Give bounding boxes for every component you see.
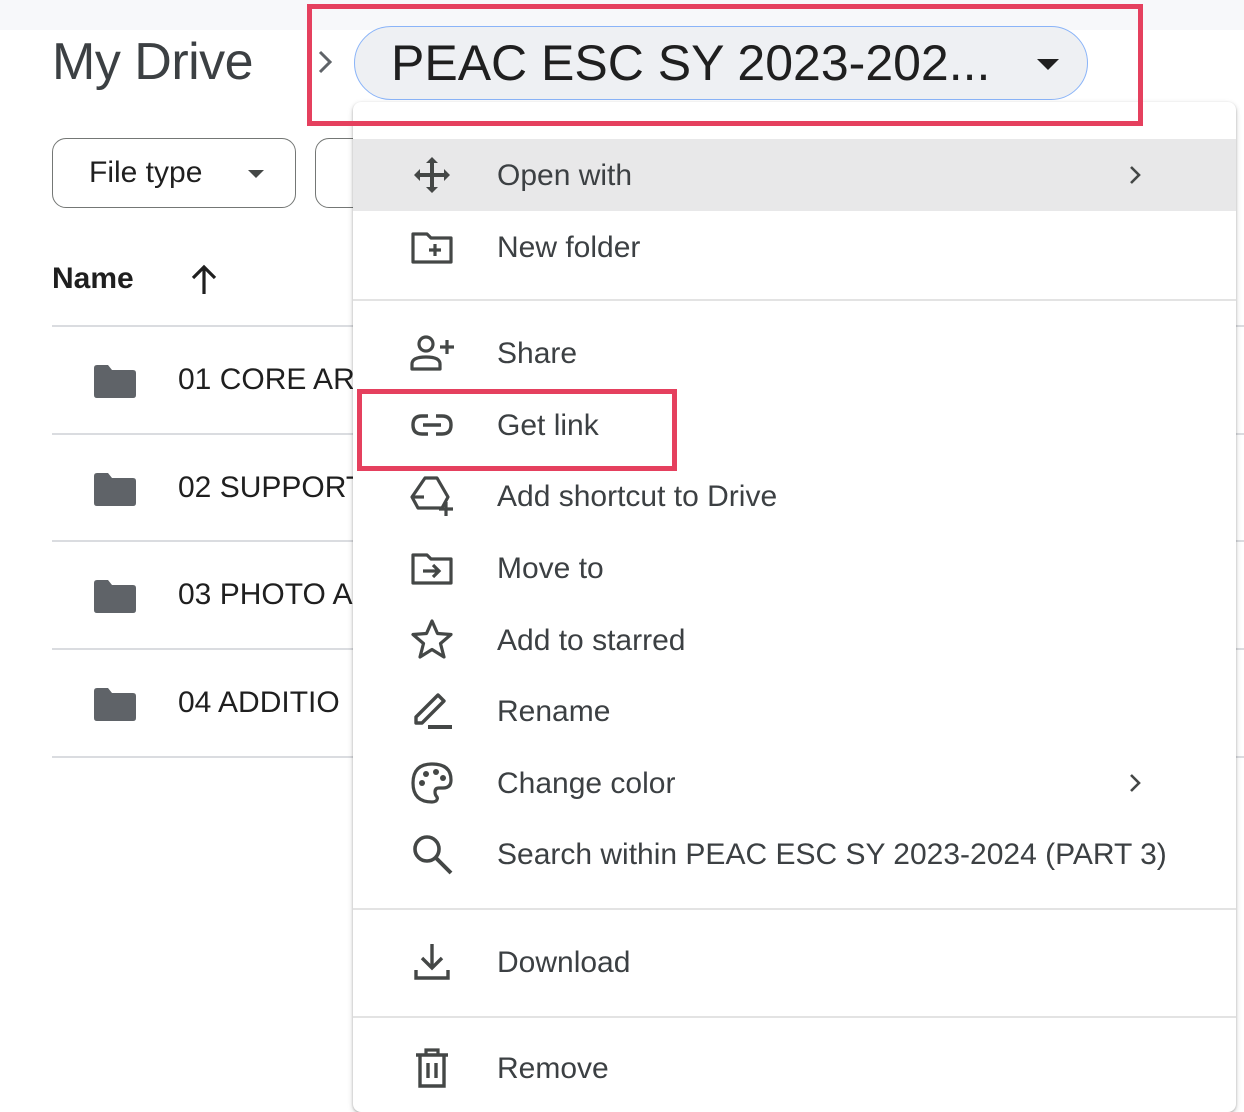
- arrow-up-icon[interactable]: [188, 262, 220, 298]
- menu-item-label: Remove: [497, 1052, 609, 1085]
- folder-icon: [94, 473, 136, 506]
- folder-name: 02 SUPPORT: [178, 471, 365, 504]
- menu-item-label: Download: [497, 946, 631, 979]
- move-to-folder-icon: [411, 553, 453, 585]
- chevron-right-icon: [1130, 166, 1141, 184]
- folder-row[interactable]: 01 CORE ARE: [52, 327, 375, 434]
- caret-down-icon: [248, 170, 264, 178]
- menu-separator: [353, 299, 1236, 301]
- menu-item-label: Add to starred: [497, 624, 686, 657]
- menu-item-get-link[interactable]: Get link: [353, 389, 1236, 461]
- folder-row[interactable]: 02 SUPPORT: [52, 435, 372, 542]
- menu-item-label: New folder: [497, 231, 641, 264]
- caret-down-icon: [1037, 59, 1059, 70]
- palette-icon: [411, 762, 453, 804]
- menu-item-label: Add shortcut to Drive: [497, 480, 778, 513]
- menu-item-open-with[interactable]: Open with: [353, 139, 1236, 211]
- folder-name: 04 ADDITIO: [178, 686, 340, 719]
- breadcrumb-chevron-icon: [318, 50, 333, 74]
- folder-name: 03 PHOTO A: [178, 578, 353, 611]
- rename-pen-icon: [414, 693, 452, 729]
- menu-item-label: Move to: [497, 552, 604, 585]
- file-type-filter-label: File type: [89, 156, 203, 189]
- star-icon: [411, 619, 453, 659]
- menu-item-label: Change color: [497, 767, 676, 800]
- folder-row[interactable]: 03 PHOTO A: [52, 542, 372, 649]
- file-type-filter-button[interactable]: File type: [52, 138, 296, 208]
- menu-item-label: Open with: [497, 159, 633, 192]
- menu-item-add-to-starred[interactable]: Add to starred: [353, 604, 1236, 676]
- menu-item-rename[interactable]: Rename: [353, 675, 1236, 747]
- menu-item-change-color[interactable]: Change color: [353, 747, 1236, 819]
- context-menu: Open with New folder Share Get link Add …: [353, 102, 1236, 1112]
- menu-separator: [353, 908, 1236, 910]
- folder-name: 01 CORE ARE: [178, 363, 375, 396]
- menu-item-label: Search within PEAC ESC SY 2023-2024 (PAR…: [497, 838, 1167, 871]
- trash-icon: [416, 1048, 448, 1088]
- menu-item-add-shortcut[interactable]: Add shortcut to Drive: [353, 460, 1236, 532]
- search-icon: [413, 835, 453, 875]
- menu-item-remove[interactable]: Remove: [353, 1032, 1236, 1104]
- menu-item-move-to[interactable]: Move to: [353, 532, 1236, 604]
- menu-item-label: Rename: [497, 695, 611, 728]
- breadcrumb-folder-button[interactable]: PEAC ESC SY 2023-202...: [354, 26, 1088, 100]
- share-person-add-icon: [410, 335, 454, 371]
- folder-icon: [94, 365, 136, 398]
- menu-item-search-within[interactable]: Search within PEAC ESC SY 2023-2024 (PAR…: [353, 818, 1236, 890]
- menu-item-download[interactable]: Download: [353, 926, 1236, 998]
- link-icon: [411, 414, 453, 436]
- page-title[interactable]: My Drive: [52, 30, 254, 94]
- download-icon: [414, 944, 450, 980]
- menu-item-label: Get link: [497, 409, 599, 442]
- folder-row[interactable]: 04 ADDITIO: [52, 650, 372, 757]
- menu-item-new-folder[interactable]: New folder: [353, 211, 1236, 283]
- menu-separator: [353, 1016, 1236, 1018]
- add-shortcut-drive-icon: [410, 476, 453, 516]
- folder-icon: [94, 688, 136, 721]
- chevron-right-icon: [1130, 774, 1141, 792]
- new-folder-icon: [411, 232, 453, 264]
- breadcrumb-folder-label: PEAC ESC SY 2023-202...: [391, 35, 991, 91]
- open-with-icon: [414, 157, 450, 193]
- name-column-header[interactable]: Name: [52, 262, 134, 296]
- menu-item-share[interactable]: Share: [353, 317, 1236, 389]
- folder-icon: [94, 580, 136, 613]
- menu-item-label: Share: [497, 337, 578, 370]
